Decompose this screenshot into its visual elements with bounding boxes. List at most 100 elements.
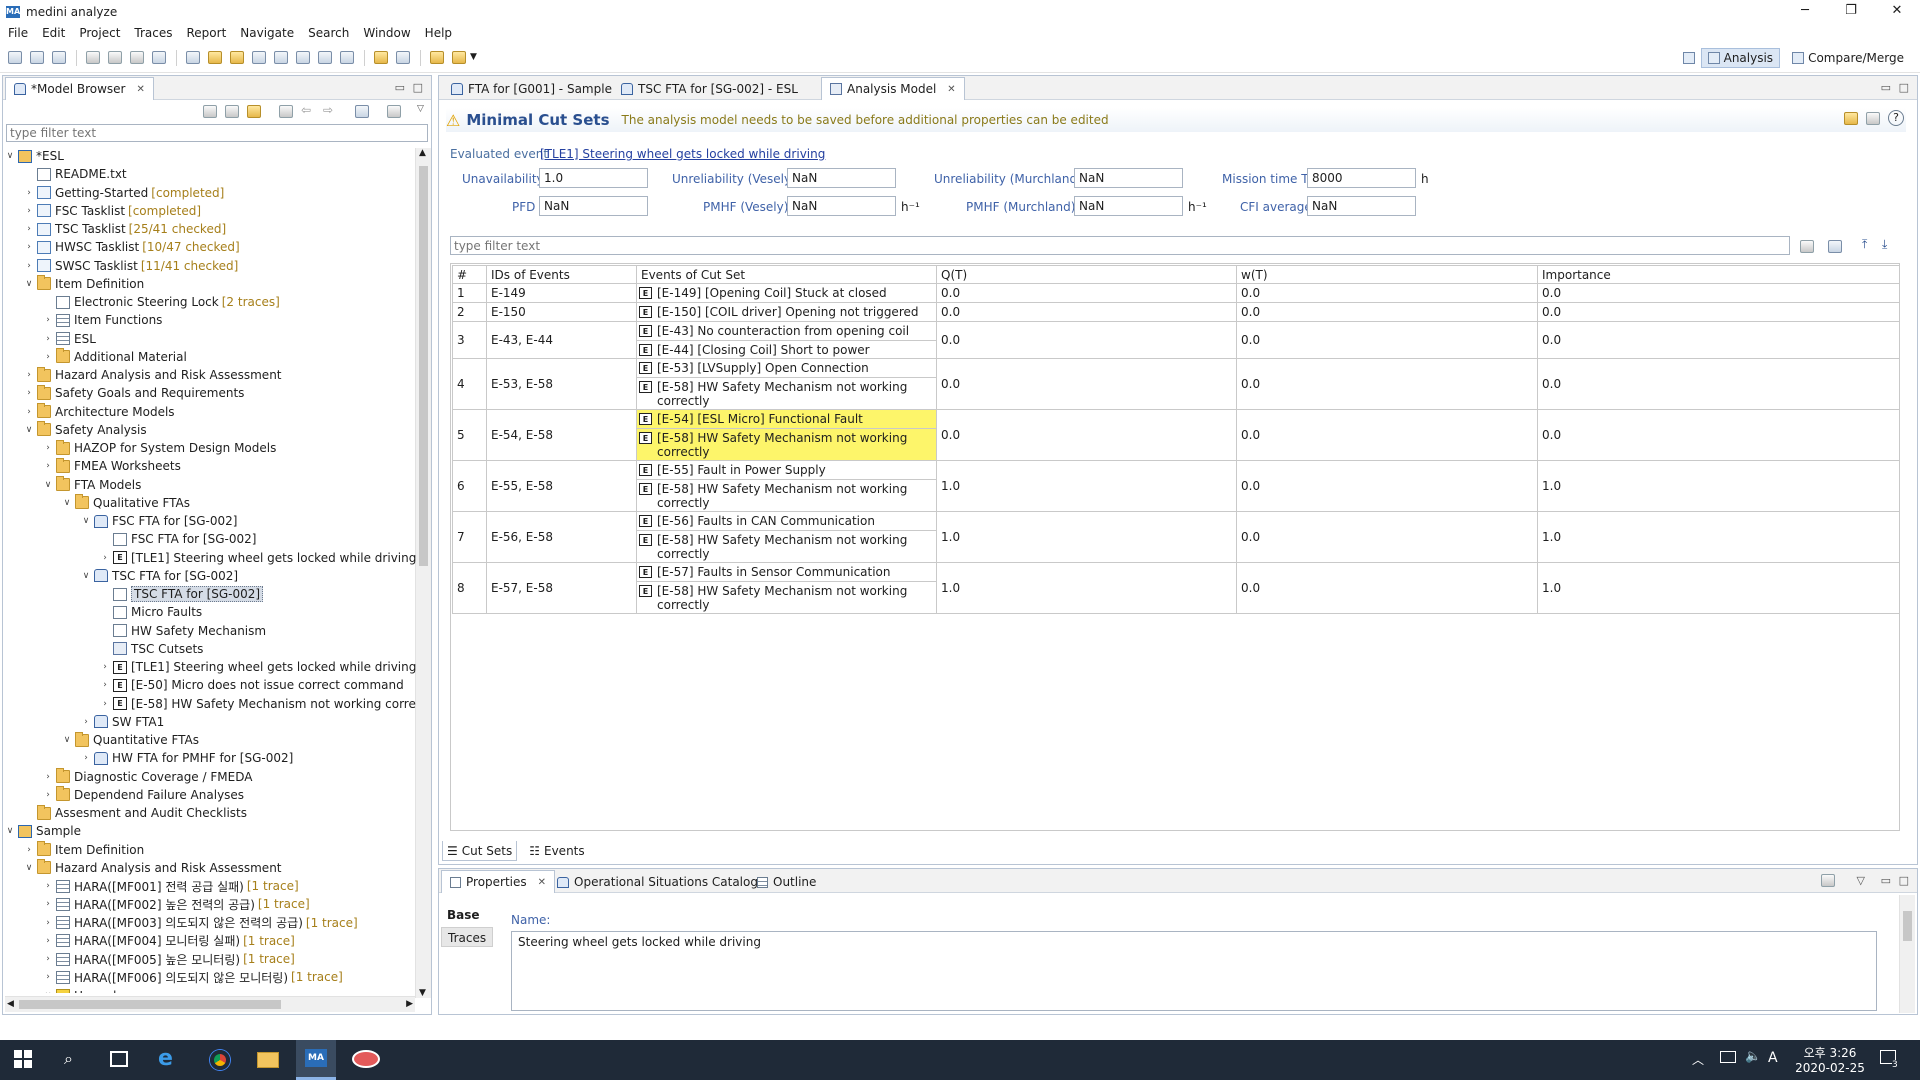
- open-perspective-icon[interactable]: [1682, 52, 1695, 64]
- home-icon[interactable]: [279, 105, 293, 118]
- tree-node[interactable]: ∨ TSC FTA for [SG-002]: [80, 567, 238, 585]
- filter-icon[interactable]: [387, 105, 401, 118]
- tree-node[interactable]: › [E-58] HW Safety Mechanism not working …: [99, 695, 416, 713]
- tree-node[interactable]: › SW FTA1: [80, 713, 164, 731]
- tab-operational-situations[interactable]: Operational Situations Catalogs: [549, 871, 772, 893]
- tree-node[interactable]: › Diagnostic Coverage / FMEDA: [42, 768, 252, 786]
- network-icon[interactable]: [1720, 1051, 1736, 1063]
- import-icon[interactable]: [52, 51, 66, 64]
- properties-scrollbar[interactable]: [1899, 895, 1915, 1013]
- tree-node[interactable]: › Safety Goals and Requirements: [23, 384, 244, 402]
- edge-icon[interactable]: e: [158, 1046, 173, 1071]
- new-project-icon[interactable]: [30, 51, 44, 64]
- collapsed-arrow-icon[interactable]: ›: [42, 972, 54, 982]
- menu-search[interactable]: Search: [308, 26, 349, 40]
- validate-icon[interactable]: [274, 51, 288, 64]
- collapsed-arrow-icon[interactable]: ›: [42, 899, 54, 909]
- tab-outline[interactable]: Outline: [749, 871, 824, 893]
- view-menu-icon[interactable]: ▽: [417, 104, 424, 114]
- tab-fta-g001[interactable]: FTA for [G001] - Sample: [443, 78, 620, 100]
- model-filter-input[interactable]: [6, 124, 428, 142]
- compare-icon[interactable]: [296, 51, 310, 64]
- expanded-arrow-icon[interactable]: ∨: [23, 863, 35, 873]
- collapsed-arrow-icon[interactable]: ›: [23, 388, 35, 398]
- windows-start-icon[interactable]: [14, 1050, 32, 1068]
- back-icon[interactable]: ⇦: [301, 103, 311, 117]
- tree-node[interactable]: ∨ Quantitative FTAs: [61, 731, 199, 749]
- tree-node[interactable]: TSC Cutsets: [99, 640, 203, 658]
- close-window-button[interactable]: ✕: [1874, 0, 1920, 22]
- unreliability-vesely-field[interactable]: NaN: [787, 168, 896, 188]
- tab-events[interactable]: ☷ Events: [525, 844, 588, 858]
- tools-icon[interactable]: [452, 51, 466, 64]
- evaluated-event-link[interactable]: [TLE1] Steering wheel gets locked while …: [540, 147, 825, 161]
- collapsed-arrow-icon[interactable]: ›: [42, 461, 54, 471]
- tray-overflow-icon[interactable]: ︿: [1692, 1051, 1704, 1068]
- expanded-arrow-icon[interactable]: ∨: [4, 826, 16, 836]
- table-row[interactable]: 8 E-57, E-58 E [E-57] Faults in Sensor Comm…: [452, 562, 1900, 614]
- tree-node[interactable]: Electronic Steering Lock [2 traces]: [42, 293, 280, 311]
- tree-node[interactable]: › ESL: [42, 330, 96, 348]
- name-field[interactable]: Steering wheel gets locked while driving: [511, 931, 1877, 1011]
- pmhf-murchland-field[interactable]: NaN: [1074, 196, 1183, 216]
- tab-model-browser[interactable]: *Model Browser ✕: [5, 77, 154, 100]
- export-table-icon[interactable]: [1800, 240, 1814, 253]
- search-icon[interactable]: ⌕: [64, 1049, 73, 1069]
- tree-node[interactable]: › HARA([MF002] 높은 전력의 공급) [1 trace]: [42, 895, 310, 913]
- tree-node[interactable]: › HARA([MF005] 높은 모니터링) [1 trace]: [42, 950, 295, 968]
- minimize-button[interactable]: ─: [1782, 0, 1828, 22]
- menu-edit[interactable]: Edit: [42, 26, 65, 40]
- column-header[interactable]: Events of Cut Set: [636, 265, 937, 284]
- column-header[interactable]: #: [452, 265, 487, 284]
- collapsed-arrow-icon[interactable]: ›: [99, 680, 111, 690]
- input-language-indicator[interactable]: A: [1768, 1050, 1778, 1066]
- minimize-view-icon[interactable]: ▭: [395, 81, 405, 94]
- menu-traces[interactable]: Traces: [134, 26, 172, 40]
- tree-node[interactable]: ∨ Safety Analysis: [23, 421, 147, 439]
- expand-rows-icon[interactable]: ⤒: [1862, 237, 1867, 252]
- collapsed-arrow-icon[interactable]: ›: [23, 261, 35, 271]
- tree-node[interactable]: HW Safety Mechanism: [99, 622, 266, 640]
- tree-node[interactable]: › Additional Material: [42, 348, 187, 366]
- expanded-arrow-icon[interactable]: ∨: [80, 571, 92, 581]
- section-traces[interactable]: Traces: [441, 927, 493, 947]
- table-row[interactable]: 1 E-149 E [E-149] [Opening Coil] Stuck at c…: [452, 283, 1900, 303]
- new-icon[interactable]: [8, 51, 22, 64]
- collapsed-arrow-icon[interactable]: ›: [42, 881, 54, 891]
- cutset-event[interactable]: E [E-58] HW Safety Mechanism not working …: [637, 581, 936, 613]
- column-header[interactable]: IDs of Events: [486, 265, 637, 284]
- tree-horizontal-scrollbar[interactable]: ◀ ▶: [5, 996, 415, 1012]
- open-model-icon[interactable]: [230, 51, 244, 64]
- tree-node[interactable]: › HWSC Tasklist [10/47 checked]: [23, 238, 240, 256]
- volume-icon[interactable]: 🔈: [1745, 1049, 1761, 1064]
- tree-vertical-scrollbar[interactable]: ▲ ▼: [415, 148, 431, 998]
- tab-tsc-fta[interactable]: TSC FTA for [SG-002] - ESL: [613, 78, 806, 100]
- collapse-all-icon[interactable]: [203, 105, 217, 118]
- tray-date[interactable]: 2020-02-25: [1794, 1061, 1866, 1075]
- cfi-average-field[interactable]: NaN: [1307, 196, 1416, 216]
- tree-node[interactable]: › HARA([MF004] 모니터링 실패) [1 trace]: [42, 932, 295, 950]
- tree-node[interactable]: › Architecture Models: [23, 403, 175, 421]
- tab-analysis-model[interactable]: Analysis Model ✕: [821, 77, 965, 100]
- tree-node[interactable]: Assesment and Audit Checklists: [23, 804, 247, 822]
- cutset-event[interactable]: E [E-43] No counteraction from opening co…: [637, 322, 936, 340]
- tools-dropdown-icon[interactable]: ▼: [470, 52, 477, 62]
- expanded-arrow-icon[interactable]: ∨: [42, 991, 54, 994]
- menu-file[interactable]: File: [8, 26, 28, 40]
- collapsed-arrow-icon[interactable]: ›: [42, 315, 54, 325]
- tree-node[interactable]: README.txt: [23, 165, 127, 183]
- expanded-arrow-icon[interactable]: ∨: [23, 425, 35, 435]
- menu-help[interactable]: Help: [425, 26, 452, 40]
- forward-icon[interactable]: ⇨: [323, 103, 333, 117]
- collapsed-arrow-icon[interactable]: ›: [23, 206, 35, 216]
- checklist-icon[interactable]: [396, 51, 410, 64]
- menu-navigate[interactable]: Navigate: [240, 26, 294, 40]
- tree-node[interactable]: › Hazard Analysis and Risk Assessment: [23, 366, 282, 384]
- tree-node[interactable]: ∨ Sample: [4, 822, 81, 840]
- copy-icon[interactable]: [252, 51, 266, 64]
- tree-node[interactable]: › HAZOP for System Design Models: [42, 439, 276, 457]
- cutset-event[interactable]: E [E-149] [Opening Coil] Stuck at closed: [637, 284, 936, 302]
- tree-node[interactable]: › HARA([MF006] 의도되지 않은 모니터링) [1 trace]: [42, 968, 343, 986]
- perspective-compare-merge[interactable]: Compare/Merge: [1786, 48, 1910, 68]
- collapsed-arrow-icon[interactable]: ›: [42, 443, 54, 453]
